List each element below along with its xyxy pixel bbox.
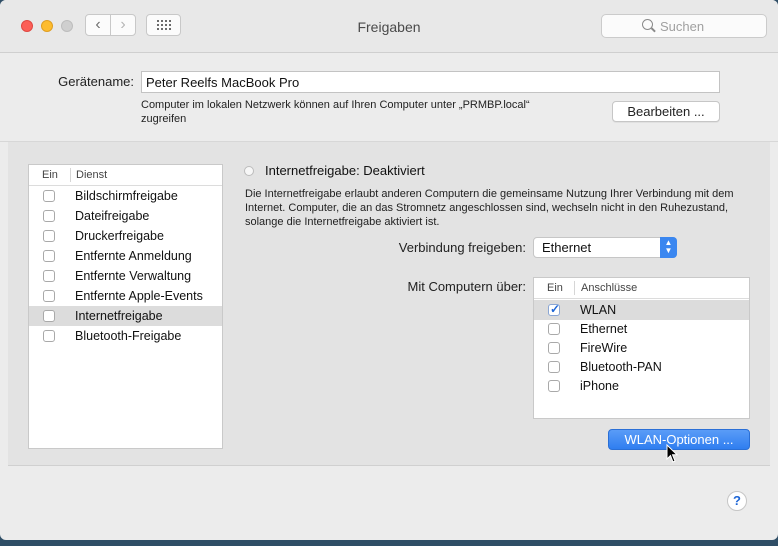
list-item[interactable]: WLAN (534, 300, 749, 320)
checkbox[interactable] (43, 190, 55, 202)
checkbox[interactable] (43, 330, 55, 342)
list-item-label: Entfernte Verwaltung (75, 269, 192, 283)
column-on: Ein (547, 282, 563, 294)
edit-button[interactable]: Bearbeiten ... (612, 101, 720, 122)
checkbox[interactable] (43, 230, 55, 242)
device-name-field[interactable]: Peter Reelfs MacBook Pro (141, 71, 720, 93)
device-name-label: Gerätename: (58, 74, 134, 89)
internet-sharing-description: Die Internetfreigabe erlaubt anderen Com… (245, 188, 734, 228)
checkbox[interactable] (43, 250, 55, 262)
column-service: Dienst (76, 169, 108, 181)
list-item-label: Internetfreigabe (75, 309, 163, 323)
column-separator (70, 168, 71, 182)
checkbox[interactable] (43, 270, 55, 282)
list-item[interactable]: Entfernte Apple-Events (29, 286, 222, 306)
list-item[interactable]: FireWire (534, 338, 749, 358)
ports-header: Ein Anschlüsse (534, 278, 749, 299)
list-item-label: Entfernte Apple-Events (75, 289, 203, 303)
column-on: Ein (42, 169, 58, 181)
list-item[interactable]: Entfernte Verwaltung (29, 266, 222, 286)
checkbox[interactable] (548, 380, 560, 392)
list-item-label: Entfernte Anmeldung (75, 249, 192, 263)
checkbox[interactable] (43, 210, 55, 222)
list-item[interactable]: Bluetooth-Freigabe (29, 326, 222, 346)
list-item-label: Dateifreigabe (75, 209, 150, 223)
device-hint-line2: zugreifen (141, 113, 187, 125)
device-hint: Computer im lokalen Netzwerk können auf … (141, 98, 571, 126)
list-item[interactable]: Bildschirmfreigabe (29, 186, 222, 206)
list-item-label: Bildschirmfreigabe (75, 189, 178, 203)
column-ports: Anschlüsse (581, 282, 638, 294)
list-item-label: Bluetooth-Freigabe (75, 329, 182, 343)
share-connection-label: Verbindung freigeben: (398, 240, 526, 255)
list-item[interactable]: Internetfreigabe (29, 306, 222, 326)
checkbox[interactable] (548, 302, 560, 316)
list-item[interactable]: Ethernet (534, 319, 749, 339)
checkbox[interactable] (43, 290, 55, 302)
search-icon (642, 19, 653, 30)
list-item[interactable]: iPhone (534, 376, 749, 396)
title-bar: ‹ › Freigaben Suchen (0, 0, 778, 53)
services-header: Ein Dienst (29, 165, 222, 186)
checkbox[interactable] (43, 310, 55, 322)
ports-list: Ein Anschlüsse WLAN Ethernet FireWire Bluet… (533, 277, 750, 419)
list-item[interactable]: Entfernte Anmeldung (29, 246, 222, 266)
share-connection-value: Ethernet (542, 240, 592, 255)
list-item-label: Bluetooth-PAN (580, 360, 662, 374)
help-button[interactable]: ? (727, 491, 747, 511)
checkbox[interactable] (548, 342, 560, 354)
list-item-label: Ethernet (580, 322, 628, 336)
list-item-label: iPhone (580, 379, 619, 393)
search-field[interactable]: Suchen (601, 14, 767, 38)
checkbox[interactable] (548, 323, 560, 335)
list-item[interactable]: Bluetooth-PAN (534, 357, 749, 377)
search-placeholder: Suchen (660, 19, 705, 34)
device-hint-line1: Computer im lokalen Netzwerk können auf … (141, 99, 530, 111)
list-item[interactable]: Druckerfreigabe (29, 226, 222, 246)
internet-sharing-status: Internetfreigabe: Deaktiviert (265, 163, 425, 178)
share-connection-select[interactable]: Ethernet ▲ ▼ (533, 237, 677, 258)
list-item-label: WLAN (580, 303, 617, 317)
updown-chevron-icon: ▲ ▼ (660, 237, 677, 258)
list-item-label: Druckerfreigabe (75, 229, 164, 243)
preferences-window: ‹ › Freigaben Suchen Gerätename: Peter R… (0, 0, 778, 540)
checkbox[interactable] (548, 361, 560, 373)
status-indicator (244, 166, 254, 176)
to-computers-label: Mit Computern über: (407, 279, 527, 294)
mouse-pointer-icon (666, 444, 679, 463)
services-list: Ein Dienst Bildschirmfreigabe Dateifreiga… (28, 164, 223, 449)
column-separator (574, 281, 575, 295)
list-item-label: FireWire (580, 341, 628, 355)
list-item[interactable]: Dateifreigabe (29, 206, 222, 226)
